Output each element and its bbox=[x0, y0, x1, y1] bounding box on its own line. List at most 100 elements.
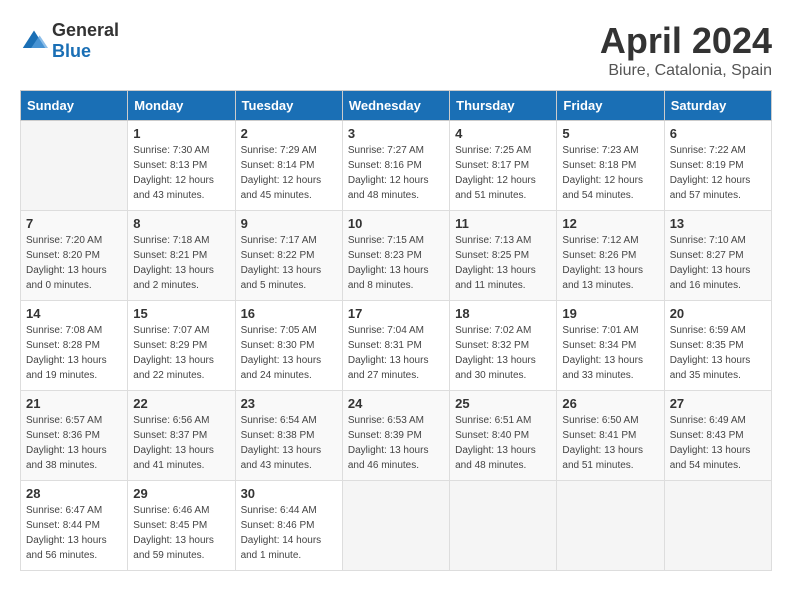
calendar-cell: 23 Sunrise: 6:54 AM Sunset: 8:38 PM Dayl… bbox=[235, 391, 342, 481]
calendar-week-row: 14 Sunrise: 7:08 AM Sunset: 8:28 PM Dayl… bbox=[21, 301, 772, 391]
calendar-cell bbox=[21, 121, 128, 211]
daylight-text: Daylight: 13 hours and 33 minutes. bbox=[562, 355, 643, 381]
calendar-cell: 15 Sunrise: 7:07 AM Sunset: 8:29 PM Dayl… bbox=[128, 301, 235, 391]
day-number: 16 bbox=[241, 306, 337, 321]
sunset-text: Sunset: 8:30 PM bbox=[241, 340, 315, 351]
day-number: 11 bbox=[455, 216, 551, 231]
sunrise-text: Sunrise: 7:25 AM bbox=[455, 145, 531, 156]
daylight-text: Daylight: 13 hours and 16 minutes. bbox=[670, 265, 751, 291]
weekday-header-thursday: Thursday bbox=[450, 91, 557, 121]
daylight-text: Daylight: 13 hours and 22 minutes. bbox=[133, 355, 214, 381]
sunrise-text: Sunrise: 6:49 AM bbox=[670, 415, 746, 426]
day-info: Sunrise: 7:04 AM Sunset: 8:31 PM Dayligh… bbox=[348, 323, 444, 383]
sunset-text: Sunset: 8:36 PM bbox=[26, 430, 100, 441]
logo-general-text: General bbox=[52, 20, 119, 40]
calendar-cell: 11 Sunrise: 7:13 AM Sunset: 8:25 PM Dayl… bbox=[450, 211, 557, 301]
sunset-text: Sunset: 8:32 PM bbox=[455, 340, 529, 351]
day-number: 29 bbox=[133, 486, 229, 501]
day-info: Sunrise: 6:46 AM Sunset: 8:45 PM Dayligh… bbox=[133, 503, 229, 563]
sunrise-text: Sunrise: 7:12 AM bbox=[562, 235, 638, 246]
sunrise-text: Sunrise: 6:47 AM bbox=[26, 505, 102, 516]
sunset-text: Sunset: 8:46 PM bbox=[241, 520, 315, 531]
sunrise-text: Sunrise: 7:23 AM bbox=[562, 145, 638, 156]
weekday-header-saturday: Saturday bbox=[664, 91, 771, 121]
day-info: Sunrise: 6:51 AM Sunset: 8:40 PM Dayligh… bbox=[455, 413, 551, 473]
logo-blue-text: Blue bbox=[52, 41, 91, 61]
calendar-cell: 13 Sunrise: 7:10 AM Sunset: 8:27 PM Dayl… bbox=[664, 211, 771, 301]
sunset-text: Sunset: 8:14 PM bbox=[241, 160, 315, 171]
calendar-cell: 9 Sunrise: 7:17 AM Sunset: 8:22 PM Dayli… bbox=[235, 211, 342, 301]
day-number: 27 bbox=[670, 396, 766, 411]
day-number: 25 bbox=[455, 396, 551, 411]
sunrise-text: Sunrise: 6:56 AM bbox=[133, 415, 209, 426]
day-info: Sunrise: 7:27 AM Sunset: 8:16 PM Dayligh… bbox=[348, 143, 444, 203]
calendar-cell: 30 Sunrise: 6:44 AM Sunset: 8:46 PM Dayl… bbox=[235, 481, 342, 571]
sunrise-text: Sunrise: 7:05 AM bbox=[241, 325, 317, 336]
day-number: 8 bbox=[133, 216, 229, 231]
day-info: Sunrise: 7:22 AM Sunset: 8:19 PM Dayligh… bbox=[670, 143, 766, 203]
day-number: 23 bbox=[241, 396, 337, 411]
day-number: 5 bbox=[562, 126, 658, 141]
sunset-text: Sunset: 8:18 PM bbox=[562, 160, 636, 171]
sunset-text: Sunset: 8:44 PM bbox=[26, 520, 100, 531]
calendar-cell bbox=[664, 481, 771, 571]
calendar-cell: 22 Sunrise: 6:56 AM Sunset: 8:37 PM Dayl… bbox=[128, 391, 235, 481]
logo-text: General Blue bbox=[52, 20, 119, 62]
calendar-cell: 10 Sunrise: 7:15 AM Sunset: 8:23 PM Dayl… bbox=[342, 211, 449, 301]
daylight-text: Daylight: 13 hours and 30 minutes. bbox=[455, 355, 536, 381]
day-number: 19 bbox=[562, 306, 658, 321]
day-info: Sunrise: 7:20 AM Sunset: 8:20 PM Dayligh… bbox=[26, 233, 122, 293]
sunset-text: Sunset: 8:13 PM bbox=[133, 160, 207, 171]
day-info: Sunrise: 6:59 AM Sunset: 8:35 PM Dayligh… bbox=[670, 323, 766, 383]
day-number: 14 bbox=[26, 306, 122, 321]
calendar-cell: 24 Sunrise: 6:53 AM Sunset: 8:39 PM Dayl… bbox=[342, 391, 449, 481]
day-number: 17 bbox=[348, 306, 444, 321]
sunrise-text: Sunrise: 6:46 AM bbox=[133, 505, 209, 516]
calendar-cell: 21 Sunrise: 6:57 AM Sunset: 8:36 PM Dayl… bbox=[21, 391, 128, 481]
daylight-text: Daylight: 12 hours and 57 minutes. bbox=[670, 175, 751, 201]
calendar-cell: 14 Sunrise: 7:08 AM Sunset: 8:28 PM Dayl… bbox=[21, 301, 128, 391]
sunrise-text: Sunrise: 7:10 AM bbox=[670, 235, 746, 246]
daylight-text: Daylight: 13 hours and 38 minutes. bbox=[26, 445, 107, 471]
sunset-text: Sunset: 8:25 PM bbox=[455, 250, 529, 261]
day-info: Sunrise: 6:50 AM Sunset: 8:41 PM Dayligh… bbox=[562, 413, 658, 473]
day-number: 22 bbox=[133, 396, 229, 411]
sunset-text: Sunset: 8:41 PM bbox=[562, 430, 636, 441]
calendar-cell: 1 Sunrise: 7:30 AM Sunset: 8:13 PM Dayli… bbox=[128, 121, 235, 211]
day-info: Sunrise: 7:17 AM Sunset: 8:22 PM Dayligh… bbox=[241, 233, 337, 293]
calendar-table: SundayMondayTuesdayWednesdayThursdayFrid… bbox=[20, 90, 772, 571]
calendar-cell: 20 Sunrise: 6:59 AM Sunset: 8:35 PM Dayl… bbox=[664, 301, 771, 391]
sunrise-text: Sunrise: 7:17 AM bbox=[241, 235, 317, 246]
calendar-cell: 26 Sunrise: 6:50 AM Sunset: 8:41 PM Dayl… bbox=[557, 391, 664, 481]
calendar-cell: 18 Sunrise: 7:02 AM Sunset: 8:32 PM Dayl… bbox=[450, 301, 557, 391]
calendar-cell: 28 Sunrise: 6:47 AM Sunset: 8:44 PM Dayl… bbox=[21, 481, 128, 571]
day-info: Sunrise: 7:25 AM Sunset: 8:17 PM Dayligh… bbox=[455, 143, 551, 203]
title-area: April 2024 Biure, Catalonia, Spain bbox=[600, 20, 772, 80]
sunrise-text: Sunrise: 7:01 AM bbox=[562, 325, 638, 336]
sunset-text: Sunset: 8:16 PM bbox=[348, 160, 422, 171]
day-info: Sunrise: 7:18 AM Sunset: 8:21 PM Dayligh… bbox=[133, 233, 229, 293]
day-number: 21 bbox=[26, 396, 122, 411]
day-number: 3 bbox=[348, 126, 444, 141]
sunset-text: Sunset: 8:26 PM bbox=[562, 250, 636, 261]
sunrise-text: Sunrise: 6:50 AM bbox=[562, 415, 638, 426]
sunrise-text: Sunrise: 7:02 AM bbox=[455, 325, 531, 336]
daylight-text: Daylight: 13 hours and 24 minutes. bbox=[241, 355, 322, 381]
daylight-text: Daylight: 13 hours and 59 minutes. bbox=[133, 535, 214, 561]
calendar-cell bbox=[342, 481, 449, 571]
sunset-text: Sunset: 8:19 PM bbox=[670, 160, 744, 171]
calendar-cell: 8 Sunrise: 7:18 AM Sunset: 8:21 PM Dayli… bbox=[128, 211, 235, 301]
sunset-text: Sunset: 8:34 PM bbox=[562, 340, 636, 351]
weekday-header-friday: Friday bbox=[557, 91, 664, 121]
sunset-text: Sunset: 8:21 PM bbox=[133, 250, 207, 261]
calendar-cell: 4 Sunrise: 7:25 AM Sunset: 8:17 PM Dayli… bbox=[450, 121, 557, 211]
daylight-text: Daylight: 13 hours and 51 minutes. bbox=[562, 445, 643, 471]
day-info: Sunrise: 6:47 AM Sunset: 8:44 PM Dayligh… bbox=[26, 503, 122, 563]
sunset-text: Sunset: 8:45 PM bbox=[133, 520, 207, 531]
daylight-text: Daylight: 13 hours and 19 minutes. bbox=[26, 355, 107, 381]
sunrise-text: Sunrise: 7:07 AM bbox=[133, 325, 209, 336]
calendar-cell: 5 Sunrise: 7:23 AM Sunset: 8:18 PM Dayli… bbox=[557, 121, 664, 211]
sunrise-text: Sunrise: 7:04 AM bbox=[348, 325, 424, 336]
daylight-text: Daylight: 13 hours and 46 minutes. bbox=[348, 445, 429, 471]
sunrise-text: Sunrise: 7:20 AM bbox=[26, 235, 102, 246]
